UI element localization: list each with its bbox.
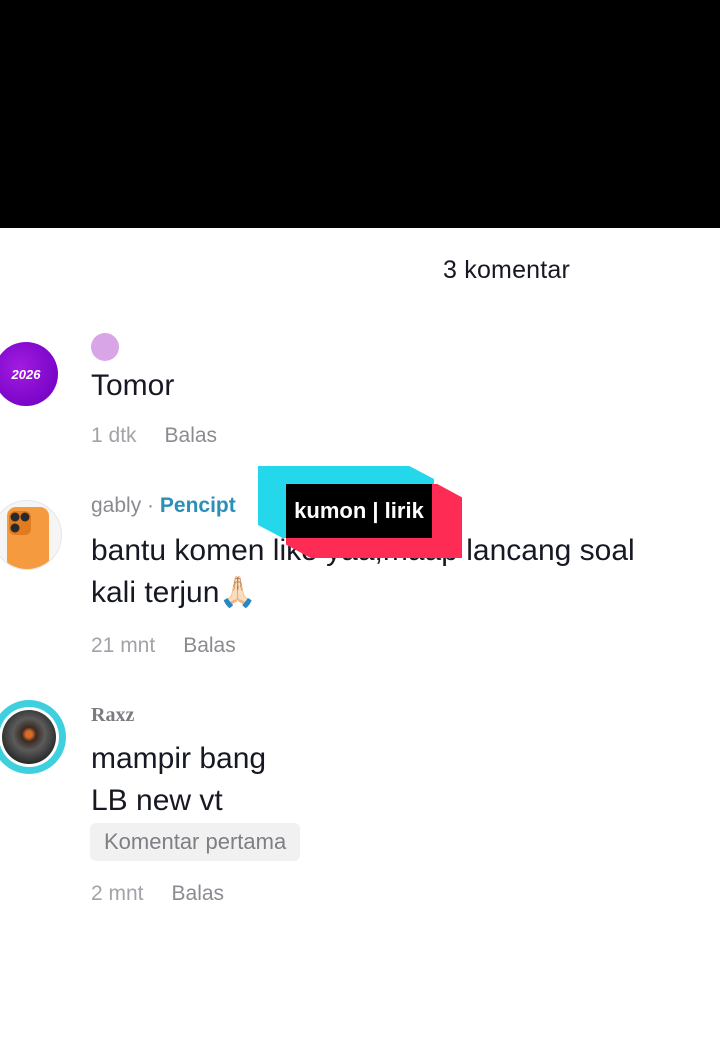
- comment-text: mampir bang LB new vt: [91, 742, 267, 817]
- comment-username[interactable]: gably · Pencipt: [91, 494, 236, 518]
- username-text[interactable]: gably: [91, 494, 141, 517]
- comment-username[interactable]: Raxz: [91, 704, 134, 727]
- reply-button[interactable]: Balas: [172, 882, 225, 905]
- watermark-label-box: kumon | lirik: [286, 484, 432, 538]
- separator: ·: [147, 494, 155, 517]
- avatar-text: 2026: [11, 366, 41, 382]
- reply-button[interactable]: Balas: [165, 424, 218, 447]
- comment-meta: 21 mnt Balas: [91, 634, 236, 658]
- first-comment-badge: Komentar pertama: [90, 823, 301, 861]
- comments-screen: 3 komentar 2026 Tomor 1 dtk Balas gably ·…: [0, 0, 720, 1063]
- comment-time: 2 mnt: [91, 882, 144, 905]
- reply-button[interactable]: Balas: [183, 634, 236, 657]
- camera-lens-icon: [2, 710, 56, 764]
- comment-meta: 1 dtk Balas: [91, 424, 217, 448]
- creator-tag: Pencipt: [159, 494, 236, 517]
- watermark-text: kumon | lirik: [294, 498, 424, 523]
- phone-icon: [7, 507, 49, 569]
- watermark-logo: kumon | lirik: [258, 466, 464, 560]
- comment-time: 1 dtk: [91, 424, 137, 447]
- comment-text: Tomor: [91, 369, 175, 402]
- comment-time: 21 mnt: [91, 634, 156, 657]
- avatar-ring: [0, 707, 59, 767]
- comment-count-title: 3 komentar: [443, 256, 571, 284]
- comment-meta: 2 mnt Balas: [91, 882, 224, 906]
- user-badge-icon: [91, 333, 119, 361]
- video-area[interactable]: [0, 0, 720, 228]
